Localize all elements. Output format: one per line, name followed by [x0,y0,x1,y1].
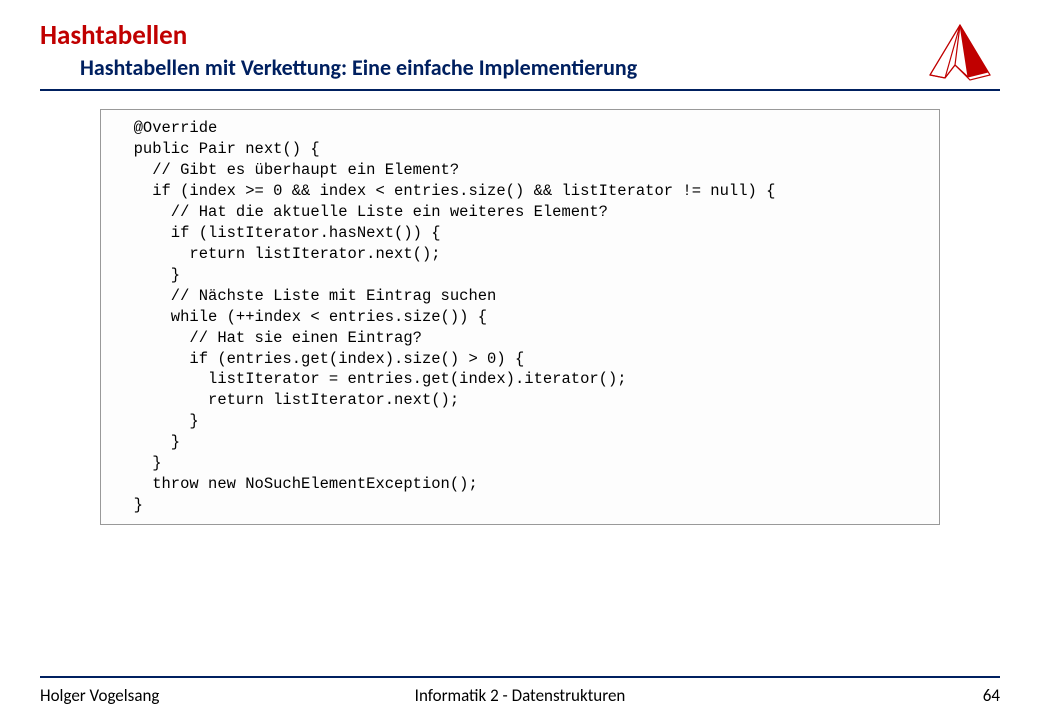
slide-subtitle: Hashtabellen mit Verkettung: Eine einfac… [40,54,1000,81]
code-block: @Override public Pair next() { // Gibt e… [100,109,940,525]
footer-divider [40,676,1000,678]
footer-course: Informatik 2 - Datenstrukturen [40,685,1000,706]
slide-title: Hashtabellen [40,20,1000,52]
institution-logo-icon [920,20,1000,90]
footer: Holger Vogelsang Informatik 2 - Datenstr… [40,685,1000,706]
header-divider [40,89,1000,91]
